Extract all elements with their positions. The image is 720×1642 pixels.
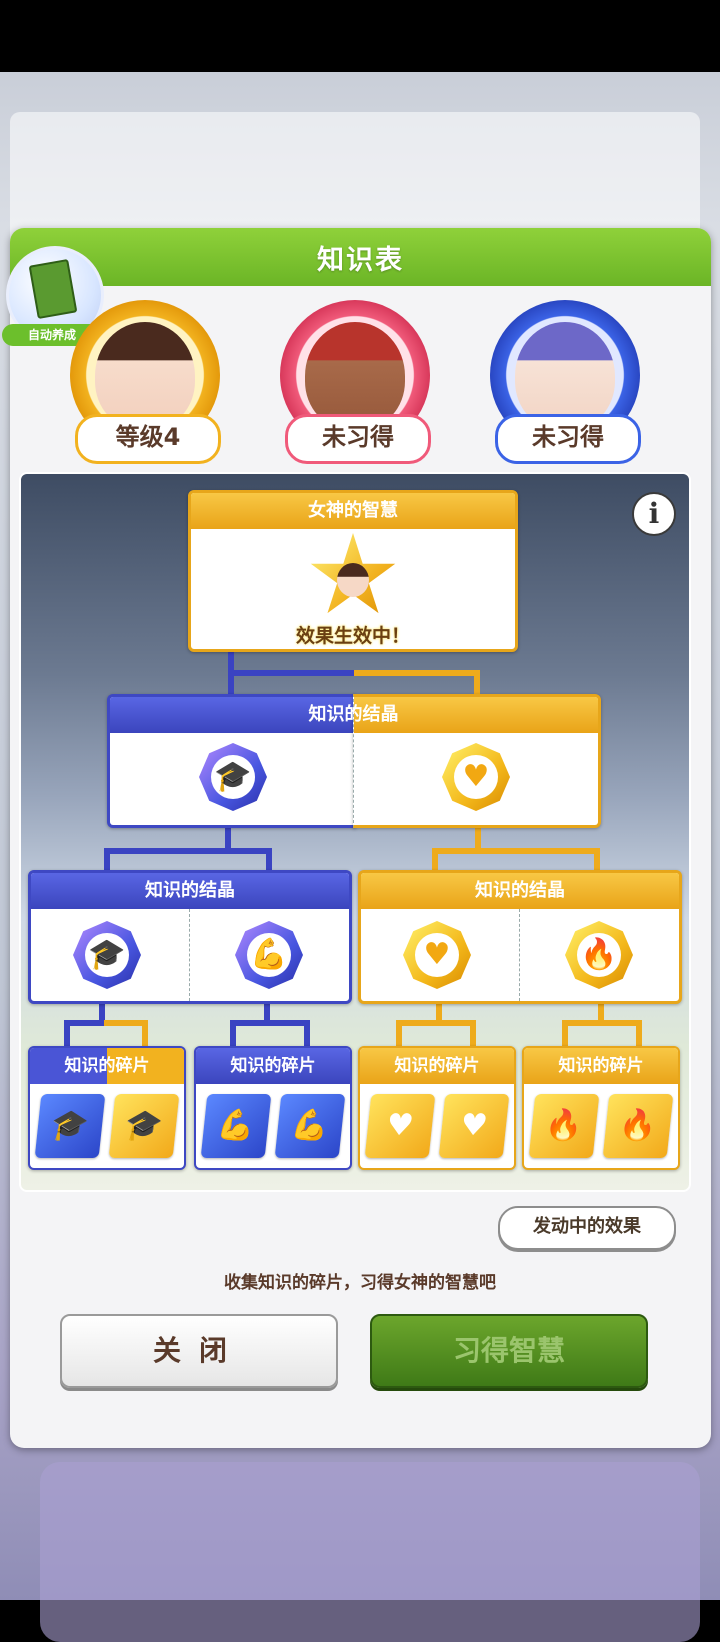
background-blurred-menu [40, 1462, 700, 1642]
hint-text: 收集知识的碎片，习得女神的智慧吧 [224, 1273, 496, 1293]
heart-icon: ♥ [423, 937, 451, 972]
connector-line [266, 848, 272, 872]
crystal-top-title: 知识的结晶 [308, 704, 399, 725]
connector-line [594, 848, 600, 872]
character-2[interactable]: 未习得 [280, 300, 431, 464]
active-effects-button[interactable]: 发动中的效果 [498, 1206, 676, 1250]
connector-line [230, 1020, 236, 1048]
status-bar [0, 0, 720, 72]
node-title: 知识的碎片 [196, 1048, 350, 1084]
character-status: 未习得 [285, 414, 431, 464]
fire-icon: 🔥 [528, 1094, 600, 1158]
connector-line [432, 848, 438, 872]
connector-line [354, 670, 480, 676]
connector-line [304, 1020, 310, 1048]
heart-glyph: ♥ [384, 1108, 416, 1143]
connector-line [432, 848, 600, 854]
connector-line [104, 848, 110, 872]
fragment-node-1[interactable]: 知识的碎片 🎓 🎓 [28, 1046, 186, 1170]
panel-title: 知识表 [317, 244, 404, 276]
node-title: 女神的智慧 [191, 493, 515, 529]
wisdom-gem-icon: 🎓 [73, 921, 141, 989]
heart-icon: ♥ [364, 1094, 436, 1158]
connector-line [396, 1020, 402, 1048]
fragment-node-3[interactable]: 知识的碎片 ♥ ♥ [358, 1046, 516, 1170]
heart-gem-icon: ♥ [442, 743, 510, 811]
connector-line [474, 670, 480, 696]
muscle-icon: 💪 [200, 1094, 272, 1158]
connector-line [562, 1020, 568, 1048]
effect-status: 效果生效中！ [295, 625, 410, 647]
character-1[interactable]: 等级4 [70, 300, 221, 464]
connector-line [230, 1020, 310, 1026]
graduation-hat-icon: 🎓 [34, 1094, 106, 1158]
connector-line [104, 848, 272, 854]
connector-line [470, 1020, 476, 1048]
heart-icon: ♥ [462, 759, 490, 794]
panel-header: 知识表 [10, 228, 711, 286]
muscle-icon: 💪 [274, 1094, 346, 1158]
crystal-node-gold[interactable]: 知识的结晶 ♥ 🔥 [358, 870, 682, 1004]
fragment-node-4[interactable]: 知识的碎片 🔥 🔥 [522, 1046, 680, 1170]
graduation-hat-icon: 🎓 [214, 759, 252, 794]
fire-icon: 🔥 [602, 1094, 674, 1158]
node-title: 知识的碎片 [524, 1048, 678, 1084]
character-status: 未习得 [495, 414, 641, 464]
character-emblem [337, 563, 369, 597]
node-title: 知识的碎片 [30, 1048, 184, 1084]
node-title: 知识的碎片 [360, 1048, 514, 1084]
divider [519, 909, 520, 1001]
heart-gem-icon: ♥ [403, 921, 471, 989]
goddess-wisdom-node[interactable]: 女神的智慧 效果生效中！ [188, 490, 518, 652]
info-button[interactable]: i [632, 492, 676, 536]
character-3[interactable]: 未习得 [490, 300, 641, 464]
crystal-node-blue[interactable]: 知识的结晶 🎓 💪 [28, 870, 352, 1004]
connector-line [562, 1020, 642, 1026]
fire-icon: 🔥 [580, 937, 618, 972]
heart-glyph: ♥ [458, 1108, 490, 1143]
connector-line [396, 1020, 476, 1026]
muscle-icon: 💪 [250, 937, 288, 972]
connector-line [636, 1020, 642, 1048]
power-gem-icon: 💪 [235, 921, 303, 989]
node-title: 知识的结晶 [361, 873, 679, 909]
connector-line [228, 670, 354, 676]
graduation-hat-icon: 🎓 [88, 937, 126, 972]
wisdom-gem-icon: 🎓 [199, 743, 267, 811]
connector-line [64, 1020, 104, 1026]
connector-line [64, 1020, 70, 1048]
divider [189, 909, 190, 1001]
node-title: 知识的结晶 [31, 873, 349, 909]
heart-icon: ♥ [438, 1094, 510, 1158]
close-button[interactable]: 关闭 [60, 1314, 338, 1388]
learn-wisdom-button[interactable]: 习得智慧 [370, 1314, 648, 1388]
fragment-node-2[interactable]: 知识的碎片 💪 💪 [194, 1046, 352, 1170]
connector-line [142, 1020, 148, 1048]
fire-gem-icon: 🔥 [565, 921, 633, 989]
graduation-hat-icon: 🎓 [108, 1094, 180, 1158]
character-status: 等级4 [75, 414, 221, 464]
